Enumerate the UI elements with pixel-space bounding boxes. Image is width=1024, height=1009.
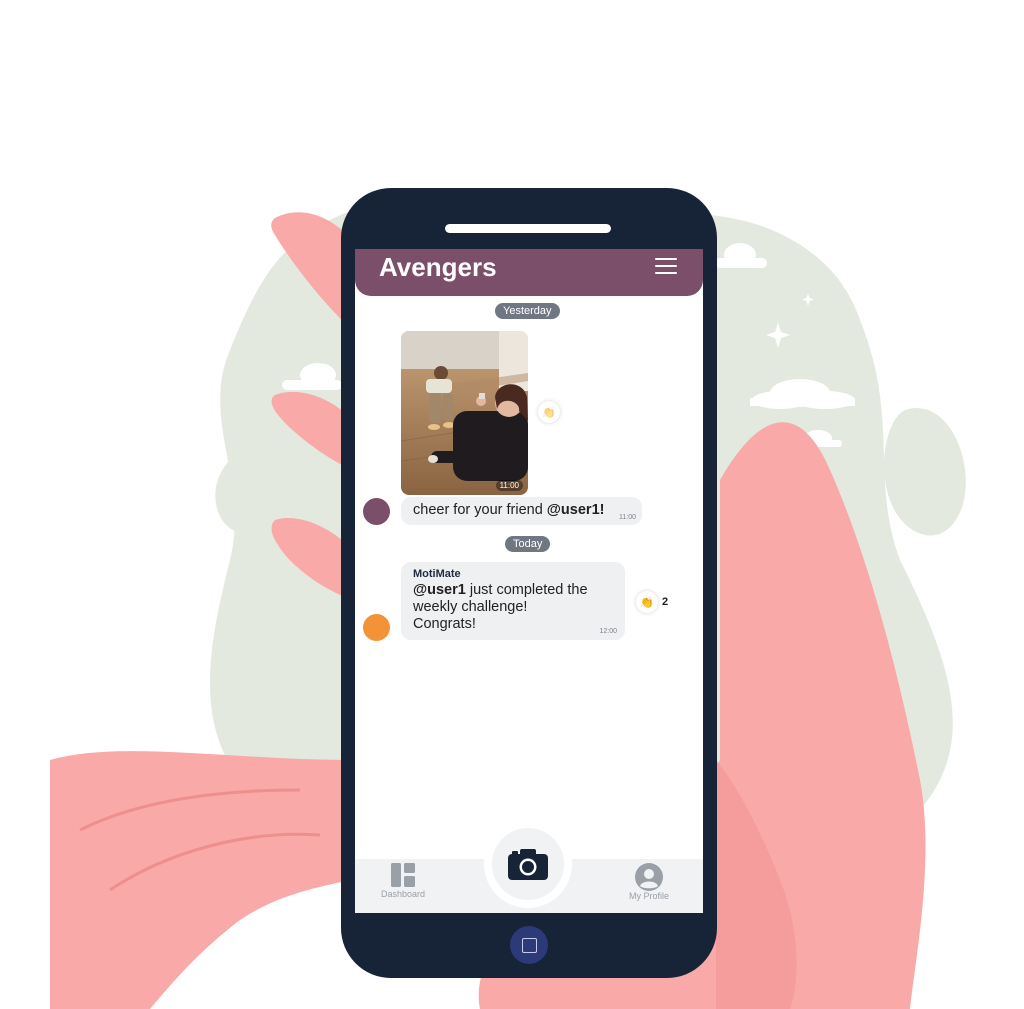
message-bubble-cheer[interactable]: cheer for your friend @user1! 11:00 [401, 497, 642, 525]
clapping-hands-icon: 👏 [640, 596, 654, 609]
chat-title: Avengers [379, 252, 497, 282]
message-photo[interactable]: 11:00 [401, 331, 528, 495]
message-timestamp: 11:00 [619, 514, 636, 521]
camera-icon [508, 849, 548, 880]
date-separator-today: Today [505, 536, 551, 552]
home-button-icon [521, 937, 537, 953]
photo-reaction-button[interactable]: 👏 [538, 401, 560, 423]
message-bubble-challenge[interactable]: MotiMate @user1 just completed the weekl… [401, 562, 625, 640]
camera-button[interactable] [492, 828, 564, 900]
message-sender: MotiMate [413, 568, 461, 580]
chat-header: Avengers [355, 249, 703, 296]
home-button[interactable] [510, 926, 548, 964]
nav-dashboard[interactable]: Dashboard [381, 863, 425, 899]
message-text: cheer for your friend [413, 502, 547, 518]
date-separator-yesterday: Yesterday [495, 303, 560, 319]
photo-timestamp: 11:00 [495, 480, 523, 491]
nav-dashboard-label: Dashboard [381, 889, 426, 899]
clapping-hands-icon: 👏 [542, 406, 556, 419]
hamburger-menu-icon[interactable] [655, 258, 677, 276]
phone-speaker [445, 224, 611, 233]
phone-device: Avengers Yesterday 11:00 👏 cheer for you… [341, 188, 717, 978]
avatar-user [363, 498, 390, 525]
dashboard-icon [391, 863, 416, 887]
nav-profile[interactable]: My Profile [629, 863, 669, 901]
nav-profile-label: My Profile [629, 891, 670, 901]
challenge-reaction-button[interactable]: 👏 [636, 591, 658, 613]
message-mention-user1[interactable]: @user1 [413, 582, 466, 598]
reaction-count: 2 [662, 596, 669, 608]
small-blob-right [884, 408, 966, 536]
hand-thumb [50, 751, 352, 1009]
message-timestamp: 12:00 [599, 628, 617, 635]
message-mention[interactable]: @user1! [547, 502, 605, 518]
phone-screen: Avengers Yesterday 11:00 👏 cheer for you… [355, 249, 703, 913]
avatar-motimate [363, 614, 390, 641]
scene: Avengers Yesterday 11:00 👏 cheer for you… [0, 0, 1024, 1009]
photo-image [401, 331, 528, 495]
profile-icon [635, 863, 663, 891]
